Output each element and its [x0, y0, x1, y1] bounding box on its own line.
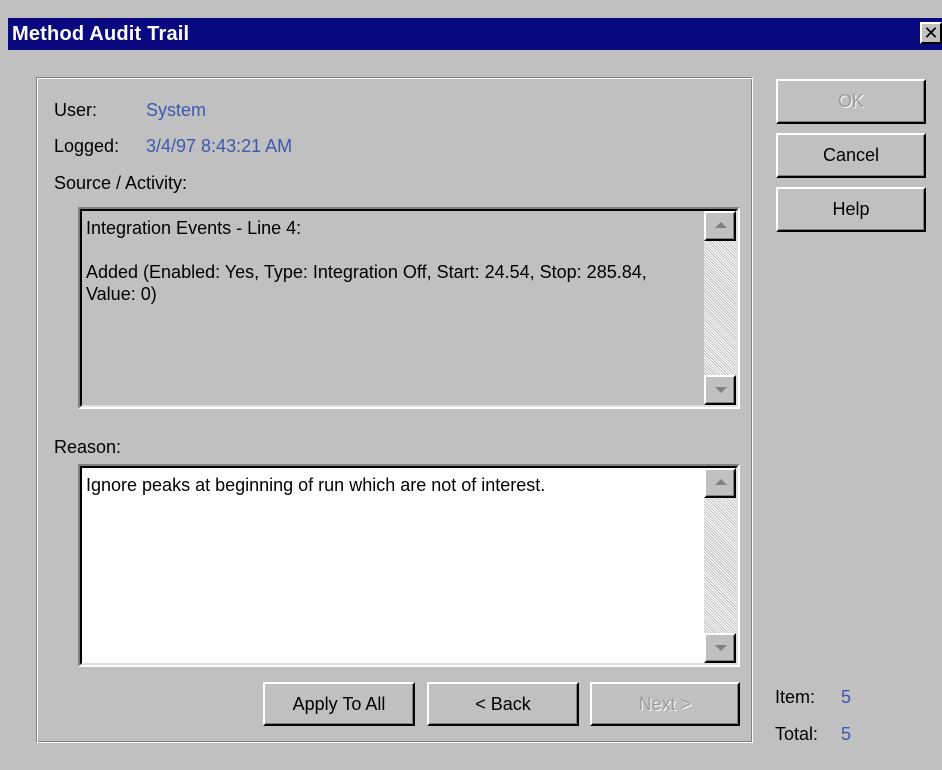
- reason-scroll-down-button[interactable]: [704, 633, 736, 663]
- cancel-button[interactable]: Cancel: [776, 133, 926, 178]
- close-button[interactable]: ✕: [920, 22, 942, 44]
- ok-button[interactable]: OK: [776, 79, 926, 124]
- apply-to-all-button[interactable]: Apply To All: [263, 682, 415, 726]
- item-label: Item:: [775, 687, 816, 707]
- title-bar[interactable]: Method Audit Trail ✕: [8, 18, 942, 50]
- arrow-down-icon: [715, 387, 727, 393]
- user-value: System: [146, 100, 207, 120]
- source-activity-box[interactable]: Integration Events - Line 4: Added (Enab…: [78, 207, 740, 409]
- source-scroll-up-button[interactable]: [704, 211, 736, 241]
- item-value: 5: [841, 687, 852, 707]
- reason-scroll-up-button[interactable]: [704, 468, 736, 498]
- close-icon: ✕: [923, 23, 939, 43]
- source-scrollbar[interactable]: [704, 211, 736, 405]
- reason-label: Reason:: [54, 437, 122, 457]
- arrow-down-icon: [715, 645, 727, 651]
- logged-label: Logged:: [54, 136, 120, 156]
- back-button[interactable]: < Back: [427, 682, 579, 726]
- window-title: Method Audit Trail: [12, 23, 190, 45]
- total-value: 5: [841, 724, 852, 744]
- reason-scrollbar[interactable]: [704, 468, 736, 663]
- next-button[interactable]: Next >: [590, 682, 740, 726]
- help-button[interactable]: Help: [776, 187, 926, 232]
- arrow-up-icon: [715, 222, 727, 228]
- arrow-up-icon: [715, 479, 727, 485]
- reason-field[interactable]: Ignore peaks at beginning of run which a…: [78, 464, 740, 667]
- reason-text: Ignore peaks at beginning of run which a…: [86, 475, 546, 495]
- source-activity-text: Integration Events - Line 4: Added (Enab…: [86, 218, 647, 304]
- audit-trail-dialog: Method Audit Trail ✕ User: System Logged…: [0, 0, 942, 770]
- total-label: Total:: [775, 724, 819, 744]
- source-activity-label: Source / Activity:: [54, 173, 188, 193]
- source-scroll-down-button[interactable]: [704, 375, 736, 405]
- user-label: User:: [54, 100, 98, 120]
- logged-value: 3/4/97 8:43:21 AM: [146, 136, 293, 156]
